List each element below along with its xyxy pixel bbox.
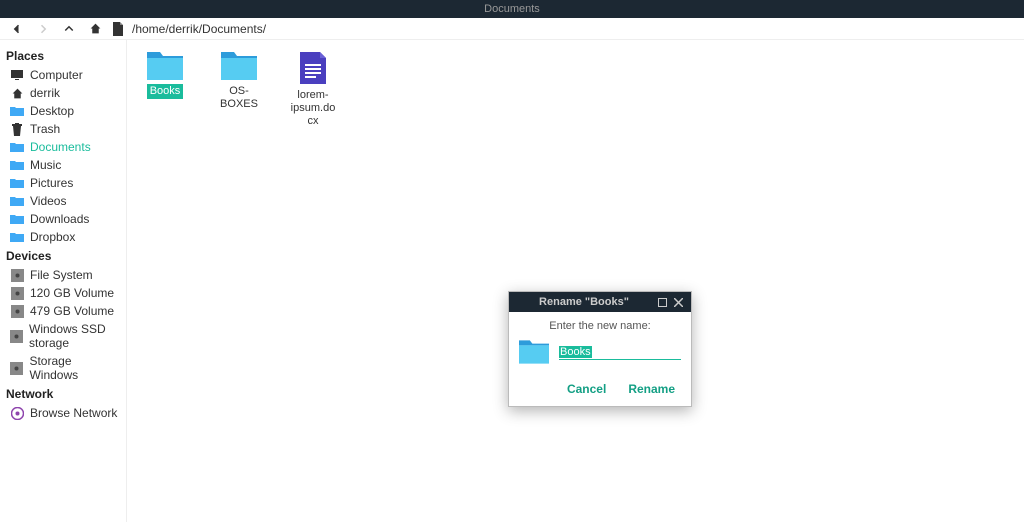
- dialog-titlebar[interactable]: Rename "Books": [509, 292, 691, 312]
- rename-dialog: Rename "Books" Enter the new name: Books…: [508, 291, 692, 407]
- sidebar-section-devices: Devices: [0, 246, 126, 266]
- sidebar-item-label: Windows SSD storage: [29, 322, 120, 350]
- folder-icon: [221, 52, 257, 80]
- file-item-books[interactable]: Books: [137, 52, 193, 99]
- sidebar-item-volume-120[interactable]: 120 GB Volume: [0, 284, 126, 302]
- sidebar-item-label: 120 GB Volume: [30, 286, 114, 300]
- sidebar-item-computer[interactable]: Computer: [0, 66, 126, 84]
- sidebar-item-volume-479[interactable]: 479 GB Volume: [0, 302, 126, 320]
- network-icon: [10, 406, 24, 420]
- home-icon: [10, 86, 24, 100]
- sidebar-item-label: Desktop: [30, 104, 74, 118]
- content-area: Places Computer derrik Desktop Trash Doc…: [0, 40, 1024, 522]
- folder-icon: [10, 158, 24, 172]
- sidebar-item-label: Downloads: [30, 212, 89, 226]
- disk-icon: [10, 304, 24, 318]
- disk-icon: [10, 329, 23, 343]
- up-button[interactable]: [60, 20, 78, 38]
- disk-icon: [10, 361, 23, 375]
- sidebar-item-label: Computer: [30, 68, 83, 82]
- sidebar-section-network: Network: [0, 384, 126, 404]
- file-item-osboxes[interactable]: OS-BOXES: [211, 52, 267, 112]
- path-icon: [112, 22, 124, 36]
- sidebar-item-label: Dropbox: [30, 230, 75, 244]
- sidebar-item-browse-network[interactable]: Browse Network: [0, 404, 126, 422]
- sidebar-item-videos[interactable]: Videos: [0, 192, 126, 210]
- computer-icon: [10, 68, 24, 82]
- maximize-icon: [658, 298, 667, 307]
- home-icon: [89, 22, 102, 35]
- sidebar-item-dropbox[interactable]: Dropbox: [0, 228, 126, 246]
- folder-icon: [10, 230, 24, 244]
- window-titlebar: Documents: [0, 0, 1024, 18]
- dialog-maximize-button[interactable]: [655, 295, 669, 309]
- docx-icon: [300, 52, 326, 84]
- dialog-input-row: Books: [519, 340, 681, 364]
- cancel-button[interactable]: Cancel: [567, 382, 606, 396]
- dialog-title: Rename "Books": [515, 296, 653, 308]
- sidebar-item-desktop[interactable]: Desktop: [0, 102, 126, 120]
- dialog-close-button[interactable]: [671, 295, 685, 309]
- document-icon: [112, 22, 124, 36]
- rename-button[interactable]: Rename: [628, 382, 675, 396]
- folder-icon: [147, 52, 183, 80]
- path-text[interactable]: /home/derrik/Documents/: [132, 22, 266, 36]
- disk-icon: [10, 268, 24, 282]
- sidebar-item-music[interactable]: Music: [0, 156, 126, 174]
- window-title: Documents: [484, 3, 540, 15]
- sidebar-item-documents[interactable]: Documents: [0, 138, 126, 156]
- sidebar-item-label: Videos: [30, 194, 66, 208]
- forward-button[interactable]: [34, 20, 52, 38]
- sidebar-item-windows-ssd[interactable]: Windows SSD storage: [0, 320, 126, 352]
- main-view[interactable]: Books OS-BOXES lorem-ipsum.docx: [127, 40, 1024, 522]
- trash-icon: [10, 122, 24, 136]
- folder-icon: [10, 212, 24, 226]
- sidebar-item-label: File System: [30, 268, 93, 282]
- sidebar-item-label: Documents: [30, 140, 91, 154]
- dialog-body: Enter the new name: Books Cancel Rename: [509, 312, 691, 406]
- sidebar-item-label: derrik: [30, 86, 60, 100]
- sidebar-item-storage-windows[interactable]: Storage Windows: [0, 352, 126, 384]
- toolbar: /home/derrik/Documents/: [0, 18, 1024, 40]
- sidebar-section-places: Places: [0, 46, 126, 66]
- sidebar-item-filesystem[interactable]: File System: [0, 266, 126, 284]
- folder-icon: [10, 140, 24, 154]
- sidebar-item-label: Trash: [30, 122, 60, 136]
- sidebar-item-label: Pictures: [30, 176, 73, 190]
- sidebar: Places Computer derrik Desktop Trash Doc…: [0, 40, 127, 522]
- home-button[interactable]: [86, 20, 104, 38]
- file-item-lorem-docx[interactable]: lorem-ipsum.docx: [285, 52, 341, 130]
- sidebar-item-home[interactable]: derrik: [0, 84, 126, 102]
- sidebar-item-trash[interactable]: Trash: [0, 120, 126, 138]
- folder-icon: [10, 176, 24, 190]
- folder-icon: [10, 194, 24, 208]
- folder-icon: [519, 340, 549, 364]
- rename-input-selection: Books: [559, 346, 592, 358]
- arrow-left-icon: [11, 23, 23, 35]
- rename-input[interactable]: Books: [559, 344, 681, 360]
- disk-icon: [10, 286, 24, 300]
- back-button[interactable]: [8, 20, 26, 38]
- sidebar-item-label: 479 GB Volume: [30, 304, 114, 318]
- sidebar-item-pictures[interactable]: Pictures: [0, 174, 126, 192]
- arrow-up-icon: [63, 23, 75, 35]
- close-icon: [674, 298, 683, 307]
- arrow-right-icon: [37, 23, 49, 35]
- file-label: lorem-ipsum.docx: [285, 88, 341, 130]
- files-grid: Books OS-BOXES lorem-ipsum.docx: [137, 52, 1014, 130]
- dialog-actions: Cancel Rename: [519, 382, 681, 396]
- sidebar-item-label: Music: [30, 158, 61, 172]
- file-label: OS-BOXES: [211, 84, 267, 112]
- file-label: Books: [147, 84, 184, 99]
- folder-icon: [10, 104, 24, 118]
- sidebar-item-label: Browse Network: [30, 406, 117, 420]
- dialog-prompt: Enter the new name:: [519, 320, 681, 332]
- sidebar-item-label: Storage Windows: [29, 354, 120, 382]
- sidebar-item-downloads[interactable]: Downloads: [0, 210, 126, 228]
